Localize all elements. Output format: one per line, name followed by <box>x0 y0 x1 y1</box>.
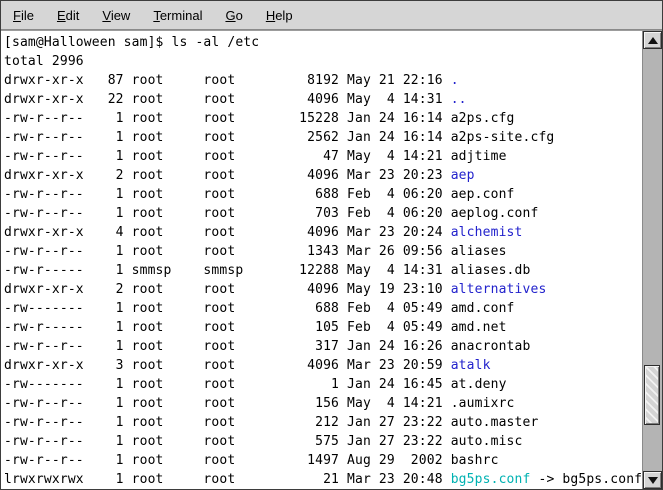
terminal-line: -rw-r--r-- 1 root root 575 Jan 27 23:22 … <box>4 432 642 451</box>
file-attributes: -rw-r--r-- 1 root root 1497 Aug 29 2002 <box>4 453 451 468</box>
up-arrow-icon <box>648 37 658 44</box>
file-name: amd.conf <box>451 301 515 316</box>
file-name: amd.net <box>451 320 507 335</box>
terminal-line: -rw-r----- 1 smmsp smmsp 12288 May 4 14:… <box>4 261 642 280</box>
file-name: auto.misc <box>451 434 523 449</box>
menu-item-go[interactable]: Go <box>217 5 250 26</box>
scrollbar-track[interactable] <box>643 49 662 471</box>
file-name: .aumixrc <box>451 396 515 411</box>
file-attributes: -rw-r----- 1 root root 105 Feb 4 05:49 <box>4 320 451 335</box>
file-attributes: lrwxrwxrwx 1 root root 21 Mar 23 20:48 <box>4 472 451 487</box>
directory-name: . <box>451 73 459 88</box>
terminal-line: -rw-r--r-- 1 root root 2562 Jan 24 16:14… <box>4 128 642 147</box>
scroll-up-button[interactable] <box>643 31 662 49</box>
file-attributes: -rw-r--r-- 1 root root 688 Feb 4 06:20 <box>4 187 451 202</box>
terminal-line: -rw------- 1 root root 1 Jan 24 16:45 at… <box>4 375 642 394</box>
file-attributes: -rw-r--r-- 1 root root 703 Feb 4 06:20 <box>4 206 451 221</box>
shell-prompt-command: [sam@Halloween sam]$ ls -al /etc <box>4 35 259 50</box>
file-name: a2ps.cfg <box>451 111 515 126</box>
terminal-line: -rw-r--r-- 1 root root 1497 Aug 29 2002 … <box>4 451 642 470</box>
terminal-line: -rw-r--r-- 1 root root 703 Feb 4 06:20 a… <box>4 204 642 223</box>
file-attributes: drwxr-xr-x 4 root root 4096 Mar 23 20:24 <box>4 225 451 240</box>
directory-name: alchemist <box>451 225 523 240</box>
terminal-line: [sam@Halloween sam]$ ls -al /etc <box>4 33 642 52</box>
terminal-line: -rw-r--r-- 1 root root 1343 Mar 26 09:56… <box>4 242 642 261</box>
terminal-line: drwxr-xr-x 22 root root 4096 May 4 14:31… <box>4 90 642 109</box>
terminal-line: drwxr-xr-x 2 root root 4096 Mar 23 20:23… <box>4 166 642 185</box>
file-attributes: -rw------- 1 root root 688 Feb 4 05:49 <box>4 301 451 316</box>
terminal-line: lrwxrwxrwx 1 root root 21 Mar 23 20:48 b… <box>4 470 642 489</box>
directory-name: alternatives <box>451 282 547 297</box>
file-attributes: drwxr-xr-x 3 root root 4096 Mar 23 20:59 <box>4 358 451 373</box>
directory-name: .. <box>451 92 467 107</box>
down-arrow-icon <box>648 477 658 484</box>
directory-name: atalk <box>451 358 491 373</box>
terminal-line: drwxr-xr-x 2 root root 4096 May 19 23:10… <box>4 280 642 299</box>
file-name: auto.master <box>451 415 539 430</box>
menu-item-edit[interactable]: Edit <box>49 5 87 26</box>
file-attributes: -rw-r--r-- 1 root root 212 Jan 27 23:22 <box>4 415 451 430</box>
scroll-down-button[interactable] <box>643 471 662 489</box>
file-attributes: drwxr-xr-x 87 root root 8192 May 21 22:1… <box>4 73 451 88</box>
file-attributes: -rw-r--r-- 1 root root 15228 Jan 24 16:1… <box>4 111 451 126</box>
terminal-line: -rw-r--r-- 1 root root 47 May 4 14:21 ad… <box>4 147 642 166</box>
total-line: total 2996 <box>4 54 84 69</box>
terminal-line: drwxr-xr-x 3 root root 4096 Mar 23 20:59… <box>4 356 642 375</box>
directory-name: aep <box>451 168 475 183</box>
terminal-output[interactable]: [sam@Halloween sam]$ ls -al /etc total 29… <box>1 31 642 489</box>
file-attributes: -rw-r--r-- 1 root root 47 May 4 14:21 <box>4 149 451 164</box>
terminal-window: File Edit View Terminal Go Help [sam@Hallowee… <box>0 0 663 490</box>
menu-item-view[interactable]: View <box>94 5 138 26</box>
file-attributes: drwxr-xr-x 2 root root 4096 Mar 23 20:23 <box>4 168 451 183</box>
terminal-line: drwxr-xr-x 4 root root 4096 Mar 23 20:24… <box>4 223 642 242</box>
file-attributes: -rw-r--r-- 1 root root 317 Jan 24 16:26 <box>4 339 451 354</box>
terminal-line: -rw-r--r-- 1 root root 688 Feb 4 06:20 a… <box>4 185 642 204</box>
file-name: a2ps-site.cfg <box>451 130 555 145</box>
menu-item-help[interactable]: Help <box>258 5 301 26</box>
file-name: at.deny <box>451 377 507 392</box>
terminal-line: drwxr-xr-x 87 root root 8192 May 21 22:1… <box>4 71 642 90</box>
scrollbar <box>642 31 662 489</box>
terminal-line: -rw-r--r-- 1 root root 212 Jan 27 23:22 … <box>4 413 642 432</box>
file-name: aeplog.conf <box>451 206 539 221</box>
file-attributes: -rw------- 1 root root 1 Jan 24 16:45 <box>4 377 451 392</box>
menu-item-file[interactable]: File <box>5 5 42 26</box>
file-name: aliases.db <box>451 263 531 278</box>
file-attributes: drwxr-xr-x 22 root root 4096 May 4 14:31 <box>4 92 451 107</box>
file-name: aep.conf <box>451 187 515 202</box>
file-attributes: -rw-r--r-- 1 root root 575 Jan 27 23:22 <box>4 434 451 449</box>
menu-bar: File Edit View Terminal Go Help <box>1 1 662 30</box>
terminal-line: -rw-r--r-- 1 root root 15228 Jan 24 16:1… <box>4 109 642 128</box>
terminal-line: -rw-r----- 1 root root 105 Feb 4 05:49 a… <box>4 318 642 337</box>
file-name: anacrontab <box>451 339 531 354</box>
terminal-line: -rw-r--r-- 1 root root 317 Jan 24 16:26 … <box>4 337 642 356</box>
terminal-line: -rw-r--r-- 1 root root 156 May 4 14:21 .… <box>4 394 642 413</box>
file-attributes: -rw-r--r-- 1 root root 2562 Jan 24 16:14 <box>4 130 451 145</box>
file-name: bashrc <box>451 453 499 468</box>
file-name: adjtime <box>451 149 507 164</box>
symlink-target: -> bg5ps.conf <box>530 472 642 487</box>
terminal-line: total 2996 <box>4 52 642 71</box>
file-name: aliases <box>451 244 507 259</box>
file-attributes: -rw-r--r-- 1 root root 1343 Mar 26 09:56 <box>4 244 451 259</box>
file-attributes: drwxr-xr-x 2 root root 4096 May 19 23:10 <box>4 282 451 297</box>
file-attributes: -rw-r----- 1 smmsp smmsp 12288 May 4 14:… <box>4 263 451 278</box>
terminal-content: [sam@Halloween sam]$ ls -al /etc total 29… <box>1 30 662 489</box>
terminal-line: -rw------- 1 root root 688 Feb 4 05:49 a… <box>4 299 642 318</box>
file-attributes: -rw-r--r-- 1 root root 156 May 4 14:21 <box>4 396 451 411</box>
symlink-name: bg5ps.conf <box>451 472 531 487</box>
menu-item-terminal[interactable]: Terminal <box>145 5 210 26</box>
scrollbar-thumb[interactable] <box>644 365 660 425</box>
